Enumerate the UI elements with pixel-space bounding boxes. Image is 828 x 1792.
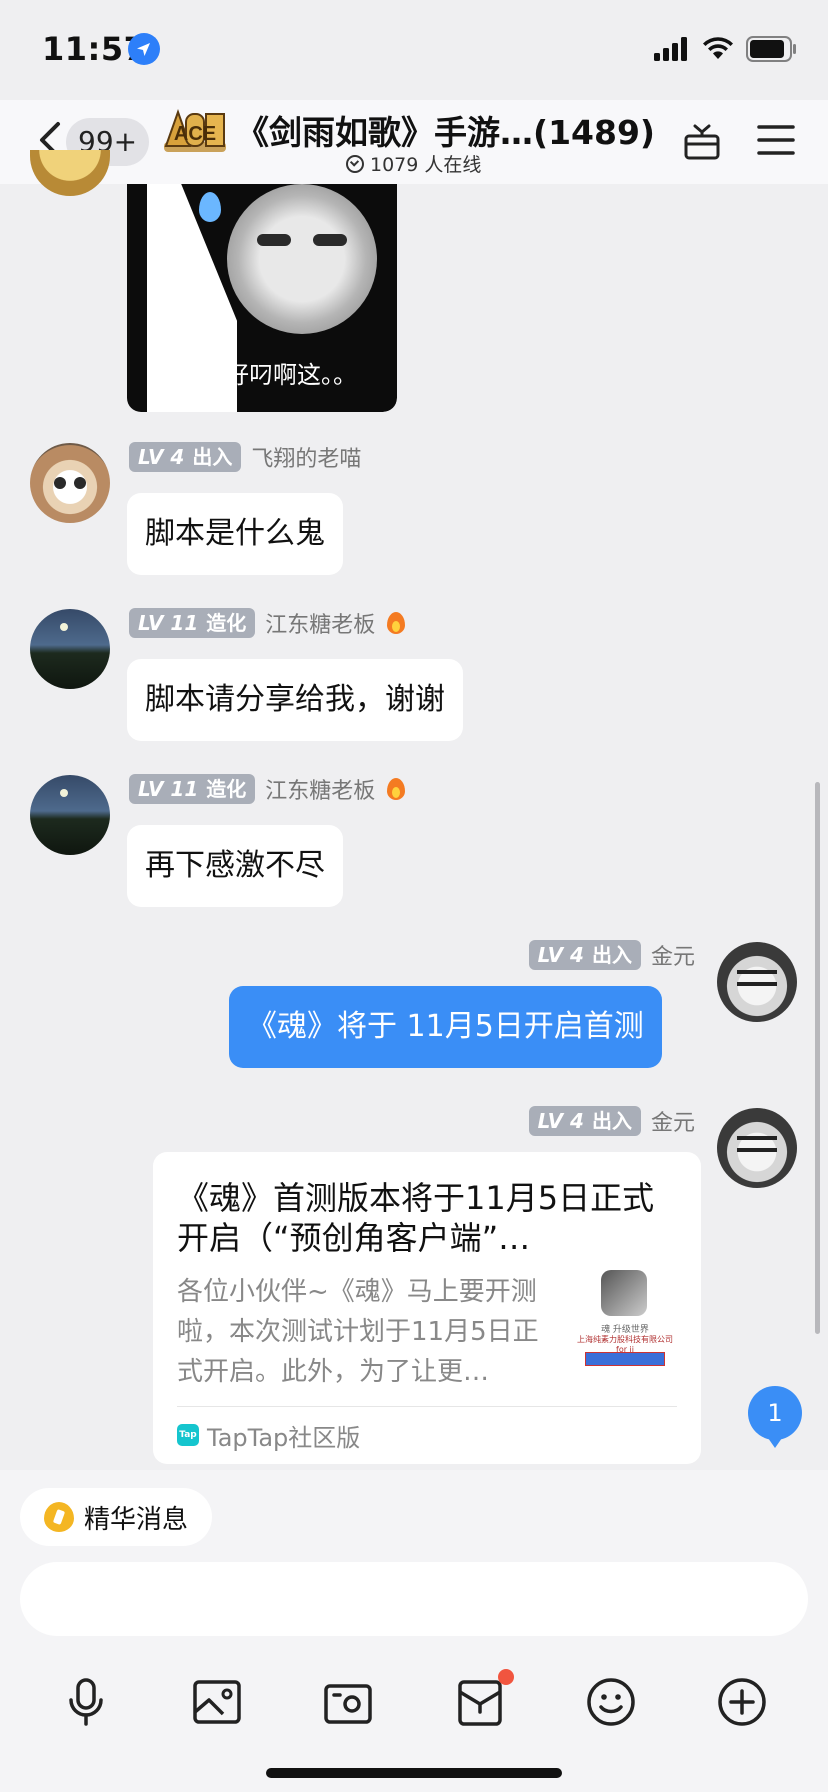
sender-info: LV 11 造化 江东糖老板 xyxy=(129,774,407,804)
level-text: LV 11 xyxy=(138,611,199,635)
user-avatar[interactable] xyxy=(30,443,110,523)
message-input[interactable] xyxy=(20,1562,808,1636)
sticker-image[interactable]: 卧槽好叼啊这。。 xyxy=(127,184,397,412)
input-panel: 精华消息 xyxy=(0,1470,828,1792)
sticker-face xyxy=(227,184,377,334)
message-bubble[interactable]: 脚本请分享给我，谢谢 xyxy=(127,659,463,741)
level-text: LV 4 xyxy=(537,943,584,967)
card-source-label: TapTap社区版 xyxy=(207,1423,361,1452)
gift-box-icon[interactable] xyxy=(682,122,722,162)
online-status: 1079 人在线 xyxy=(346,150,481,177)
level-title: 出入 xyxy=(591,943,632,967)
user-avatar[interactable] xyxy=(30,609,110,689)
level-badge: LV 4 出入 xyxy=(129,442,242,472)
menu-icon[interactable] xyxy=(756,122,796,158)
wifi-icon xyxy=(703,37,733,59)
my-message-bubble[interactable]: 《魂》将于 11月5日开启首测 xyxy=(229,986,662,1068)
thumbnail-line-2: 上海纯素力股科技有限公司 for ii xyxy=(577,1335,673,1354)
chat-header: 99+ ACE 《剑雨如歌》手游…(1489) 1079 人在线 xyxy=(0,100,828,184)
sender-info: LV 11 造化 江东糖老板 xyxy=(129,608,407,638)
svg-text:ACE: ACE xyxy=(174,123,216,145)
sender-info: LV 4 出入 飞翔的老喵 xyxy=(129,442,361,472)
diamond-icon xyxy=(44,1502,74,1532)
level-title: 出入 xyxy=(192,445,233,469)
fire-icon xyxy=(385,776,407,802)
microphone-icon[interactable] xyxy=(58,1674,114,1730)
card-source: Tap TapTap社区版 xyxy=(177,1418,360,1452)
group-avatar-logo[interactable]: ACE xyxy=(162,106,228,156)
input-toolbar xyxy=(0,1669,828,1740)
level-title: 造化 xyxy=(206,611,247,635)
sender-info: LV 4 出入 金元 xyxy=(528,939,695,971)
chat-screen: 11:57 99+ ACE 《剑雨如歌》手游…(1489) 1079 人在线 卧… xyxy=(0,0,828,1792)
level-text: LV 4 xyxy=(138,445,185,469)
cellular-signal-icon xyxy=(654,37,687,61)
thumbnail-button xyxy=(585,1352,665,1366)
sender-nickname[interactable]: 江东糖老板 xyxy=(265,607,375,639)
user-avatar[interactable] xyxy=(30,775,110,855)
scrollbar[interactable] xyxy=(815,782,820,1334)
sweat-drop-icon xyxy=(199,192,221,222)
location-arrow-icon xyxy=(128,33,160,65)
sender-info: LV 4 出入 金元 xyxy=(528,1105,695,1137)
sender-nickname[interactable]: 江东糖老板 xyxy=(265,773,375,805)
sticker-caption: 卧槽好叼啊这。。 xyxy=(177,361,357,389)
message-bubble[interactable]: 脚本是什么鬼 xyxy=(127,493,343,575)
notification-dot xyxy=(498,1669,514,1685)
level-badge: LV 11 造化 xyxy=(129,774,256,804)
card-thumbnail: 魂 升级世界 上海纯素力股科技有限公司 for ii xyxy=(573,1270,677,1376)
highlight-label: 精华消息 xyxy=(84,1504,189,1535)
home-indicator[interactable] xyxy=(266,1768,562,1778)
image-icon[interactable] xyxy=(189,1674,245,1730)
level-text: LV 4 xyxy=(537,1109,584,1133)
level-text: LV 11 xyxy=(138,777,199,801)
game-logo-icon xyxy=(601,1270,647,1316)
level-badge: LV 4 出入 xyxy=(528,940,641,970)
status-bar: 11:57 xyxy=(0,0,828,100)
online-check-icon xyxy=(346,154,364,173)
highlight-messages-button[interactable]: 精华消息 xyxy=(20,1488,213,1546)
level-badge: LV 4 出入 xyxy=(528,1106,641,1136)
card-title: 《魂》首测版本将于11月5日正式开启（“预创角客户端”… xyxy=(177,1179,655,1257)
plus-circle-icon[interactable] xyxy=(714,1674,770,1730)
my-avatar[interactable] xyxy=(717,1108,797,1188)
status-icons xyxy=(654,36,798,62)
group-title[interactable]: 《剑雨如歌》手游…(1489) xyxy=(236,106,655,154)
battery-icon xyxy=(746,36,796,62)
new-message-indicator[interactable]: 1 xyxy=(748,1386,802,1448)
my-avatar[interactable] xyxy=(717,942,797,1022)
card-description: 各位小伙伴~《魂》马上要开测啦，本次测试计划于11月5日正式开启。此外，为了让更… xyxy=(177,1277,539,1387)
avatar-partial[interactable] xyxy=(30,150,110,196)
sender-nickname[interactable]: 金元 xyxy=(651,1105,695,1137)
sender-nickname[interactable]: 飞翔的老喵 xyxy=(251,441,361,473)
emoji-icon[interactable] xyxy=(583,1674,639,1730)
fire-icon xyxy=(385,610,407,636)
level-title: 造化 xyxy=(206,777,247,801)
taptap-icon: Tap xyxy=(177,1424,199,1446)
online-count-text: 1079 人在线 xyxy=(370,154,482,176)
message-bubble[interactable]: 再下感激不尽 xyxy=(127,825,343,907)
sender-nickname[interactable]: 金元 xyxy=(651,939,695,971)
link-share-card[interactable]: 《魂》首测版本将于11月5日正式开启（“预创角客户端”… 各位小伙伴~《魂》马上… xyxy=(153,1152,701,1464)
camera-icon[interactable] xyxy=(320,1674,376,1730)
level-title: 出入 xyxy=(591,1109,632,1133)
level-badge: LV 11 造化 xyxy=(129,608,256,638)
card-divider xyxy=(177,1406,677,1407)
